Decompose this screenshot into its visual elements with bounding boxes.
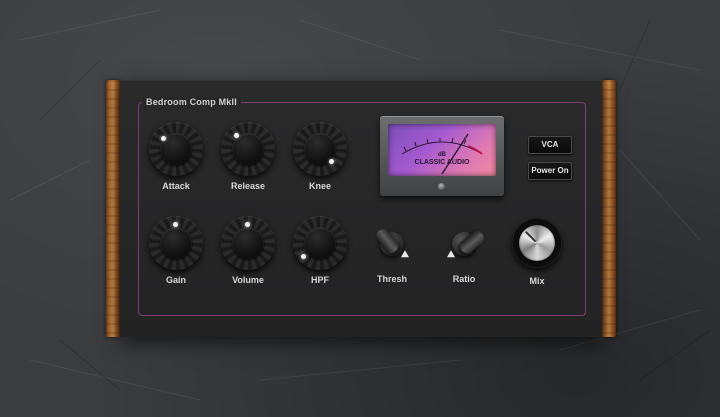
up-arrow-icon bbox=[444, 250, 456, 261]
gain-knob[interactable] bbox=[149, 216, 203, 270]
volume-control: Volume bbox=[218, 216, 278, 285]
wood-side-panel-right bbox=[602, 80, 616, 337]
plugin-title: Bedroom Comp MkII bbox=[142, 97, 241, 107]
vu-meter-face: dB CLASSIC AUDIO bbox=[388, 124, 496, 176]
knob-indicator-dot bbox=[234, 133, 239, 138]
gain-control: Gain bbox=[146, 216, 206, 285]
wood-side-panel-left bbox=[106, 80, 120, 337]
mix-knob[interactable] bbox=[512, 218, 562, 268]
thresh-label: Thresh bbox=[376, 274, 407, 284]
up-arrow-icon bbox=[400, 250, 412, 261]
screw-icon bbox=[438, 183, 445, 190]
release-label: Release bbox=[230, 181, 266, 191]
plugin-panel: Bedroom Comp MkII Attack Release Knee Ga… bbox=[120, 80, 602, 337]
vu-meter-scale bbox=[401, 133, 483, 175]
vu-meter: dB CLASSIC AUDIO bbox=[380, 116, 504, 196]
volume-knob[interactable] bbox=[221, 216, 275, 270]
vu-meter-brand: CLASSIC AUDIO bbox=[414, 159, 470, 166]
release-control: Release bbox=[218, 122, 278, 191]
attack-label: Attack bbox=[162, 181, 190, 191]
hpf-knob[interactable] bbox=[293, 216, 347, 270]
ratio-label: Ratio bbox=[452, 274, 476, 284]
knob-indicator-dot bbox=[161, 136, 166, 141]
volume-label: Volume bbox=[232, 275, 264, 285]
thresh-control: Thresh bbox=[362, 224, 422, 284]
knob-indicator-dot bbox=[173, 222, 178, 227]
ratio-toggle-switch[interactable] bbox=[444, 224, 487, 264]
knob-indicator-dot bbox=[329, 159, 334, 164]
attack-control: Attack bbox=[146, 122, 206, 191]
vca-button[interactable]: VCA bbox=[528, 136, 572, 154]
gain-label: Gain bbox=[165, 275, 186, 285]
compressor-plugin: Bedroom Comp MkII Attack Release Knee Ga… bbox=[106, 80, 616, 337]
knee-knob[interactable] bbox=[293, 122, 347, 176]
hpf-control: HPF bbox=[290, 216, 350, 285]
mix-control: Mix bbox=[507, 218, 567, 286]
vu-meter-unit: dB bbox=[438, 152, 446, 158]
thresh-toggle-switch[interactable] bbox=[372, 224, 412, 264]
attack-knob[interactable] bbox=[149, 122, 203, 176]
knee-label: Knee bbox=[308, 181, 331, 191]
power-on-button[interactable]: Power On bbox=[528, 162, 572, 180]
mix-label: Mix bbox=[529, 276, 545, 286]
knob-indicator-dot bbox=[301, 254, 306, 259]
ratio-control: Ratio bbox=[434, 224, 494, 284]
knee-control: Knee bbox=[290, 122, 350, 191]
hpf-label: HPF bbox=[311, 275, 329, 285]
knob-indicator-dot bbox=[245, 222, 250, 227]
release-knob[interactable] bbox=[221, 122, 275, 176]
